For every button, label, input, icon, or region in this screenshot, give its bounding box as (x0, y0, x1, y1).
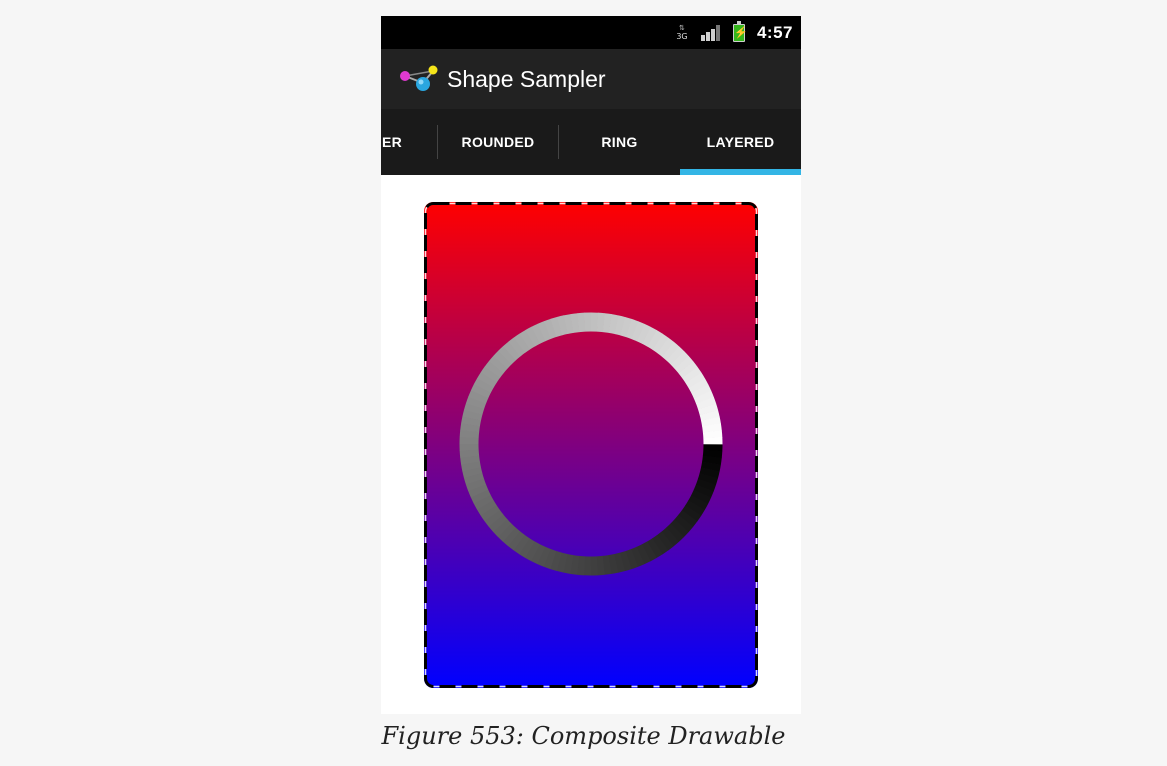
app-title: Shape Sampler (447, 65, 606, 92)
tab-ring[interactable]: RING (559, 109, 680, 175)
status-icons: ⇅ 3G 4:57 (675, 16, 793, 49)
tab-rounded[interactable]: ROUNDED (438, 109, 558, 175)
action-bar: Shape Sampler (381, 49, 801, 109)
shape-sampler-app-icon[interactable] (397, 59, 443, 99)
tab-label: ER (381, 134, 403, 150)
tab-label: LAYERED (706, 134, 775, 150)
status-bar: ⇅ 3G 4:57 (381, 16, 801, 49)
page: ⇅ 3G 4:57 (0, 0, 1167, 766)
clock-time: 4:57 (756, 22, 793, 42)
tab-border[interactable]: ER (381, 109, 407, 175)
battery-charging-icon (732, 20, 745, 42)
network-3g-icon: ⇅ 3G (676, 23, 688, 41)
signal-strength-icon (700, 24, 721, 41)
phone-screen: ⇅ 3G 4:57 (381, 16, 801, 714)
content-area (381, 175, 801, 714)
figure-caption: Figure 553: Composite Drawable (381, 722, 786, 750)
tab-layered[interactable]: LAYERED (680, 109, 801, 175)
dashed-border (424, 202, 758, 688)
tab-bar: ER ROUNDED RING LAYERED (381, 109, 801, 175)
tab-label: RING (601, 134, 638, 150)
tab-label: ROUNDED (461, 134, 535, 150)
composite-drawable (424, 202, 758, 688)
